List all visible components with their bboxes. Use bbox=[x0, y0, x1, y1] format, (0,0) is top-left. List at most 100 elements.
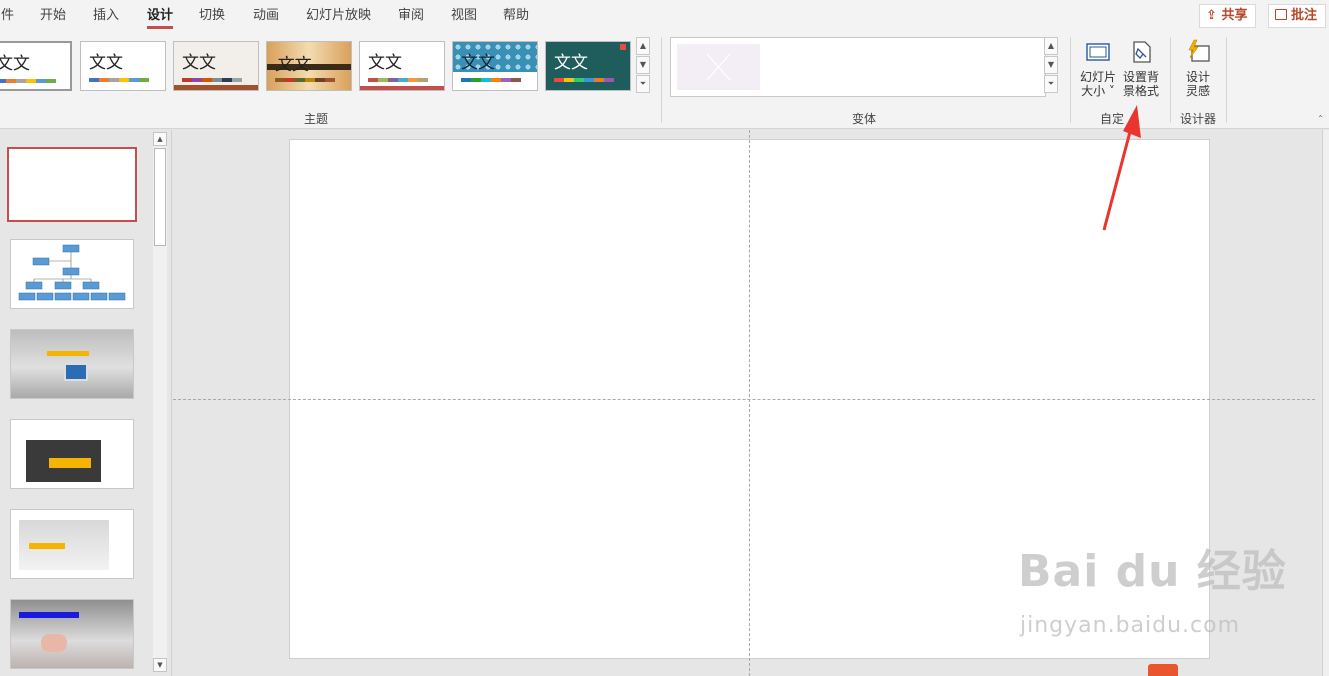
theme-swatches bbox=[275, 78, 335, 83]
theme-color-swatch bbox=[99, 78, 109, 82]
slide-thumb-6[interactable] bbox=[10, 599, 134, 669]
vertical-guide[interactable] bbox=[749, 130, 750, 676]
taskbar-app-icon bbox=[1148, 664, 1178, 676]
slide-picture bbox=[64, 363, 88, 381]
slide-title-bar bbox=[47, 351, 89, 356]
theme-color-swatch bbox=[398, 78, 408, 82]
tab-design[interactable]: 设计 bbox=[147, 0, 174, 31]
share-icon: ⇪ bbox=[1206, 8, 1217, 23]
theme-swatches bbox=[182, 78, 242, 83]
theme-color-swatch bbox=[232, 78, 242, 82]
theme-color-swatch bbox=[315, 78, 325, 82]
variants-gallery[interactable] bbox=[670, 37, 1046, 97]
group-separator bbox=[1226, 37, 1227, 123]
slide-thumb-3[interactable] bbox=[10, 329, 134, 399]
tab-insert[interactable]: 插入 bbox=[93, 0, 119, 31]
comment-button[interactable]: 批注 bbox=[1268, 4, 1327, 28]
scroll-down-icon[interactable]: ▼ bbox=[1044, 56, 1058, 74]
theme-5[interactable]: 文文 bbox=[359, 41, 445, 91]
theme-color-swatch bbox=[584, 78, 594, 82]
horizontal-guide[interactable] bbox=[173, 399, 1315, 400]
theme-color-swatch bbox=[305, 78, 315, 82]
format-background-button[interactable]: 设置背 景格式 bbox=[1120, 39, 1162, 98]
theme-6[interactable]: 文文 bbox=[452, 41, 538, 91]
theme-color-swatch bbox=[26, 79, 36, 83]
theme-color-swatch bbox=[461, 78, 471, 82]
scroll-down-icon[interactable]: ▼ bbox=[636, 56, 650, 74]
tab-file[interactable]: 件 bbox=[1, 0, 14, 31]
theme-color-swatch bbox=[594, 78, 604, 82]
tab-slideshow[interactable]: 幻灯片放映 bbox=[306, 0, 371, 31]
variant-placeholder[interactable] bbox=[677, 44, 760, 90]
theme-color-swatch bbox=[192, 78, 202, 82]
theme-color-swatch bbox=[36, 79, 46, 83]
design-ideas-label-1: 设计 bbox=[1185, 70, 1210, 84]
theme-swatches bbox=[89, 78, 149, 83]
tab-help[interactable]: 帮助 bbox=[503, 0, 529, 31]
tab-home[interactable]: 开始 bbox=[40, 0, 66, 31]
theme-title: 文文 bbox=[0, 54, 30, 74]
slide-title-bar bbox=[29, 543, 65, 549]
scroll-up-icon[interactable]: ▲ bbox=[153, 132, 167, 146]
theme-color-swatch bbox=[554, 78, 564, 82]
theme-color-swatch bbox=[491, 78, 501, 82]
slide-thumb-5[interactable] bbox=[10, 509, 134, 579]
ribbon-tabbar: 件 开始 插入 设计 切换 动画 幻灯片放映 审阅 视图 帮助 ⇪ 共享 批注 bbox=[0, 0, 1329, 31]
group-label-variants: 变体 bbox=[852, 112, 877, 126]
theme-color-swatch bbox=[285, 78, 295, 82]
theme-office[interactable]: 文文 bbox=[0, 41, 72, 91]
gallery-more-icon[interactable]: ⏷ bbox=[1044, 75, 1058, 93]
theme-color-swatch bbox=[202, 78, 212, 82]
scrollbar-thumb[interactable] bbox=[154, 148, 166, 246]
watermark-brand: Bai du 经验 bbox=[1018, 546, 1287, 597]
format-background-icon bbox=[1128, 39, 1154, 65]
theme-title: 文文 bbox=[182, 53, 216, 73]
theme-7[interactable]: 文文 bbox=[545, 41, 631, 91]
tab-transitions[interactable]: 切换 bbox=[199, 0, 225, 31]
theme-2[interactable]: 文文 bbox=[80, 41, 166, 91]
comment-label: 批注 bbox=[1291, 8, 1318, 23]
theme-color-swatch bbox=[408, 78, 418, 82]
theme-swatches bbox=[368, 78, 428, 83]
group-separator bbox=[1070, 37, 1071, 123]
share-button[interactable]: ⇪ 共享 bbox=[1199, 4, 1257, 28]
theme-4[interactable]: 文文 bbox=[266, 41, 352, 91]
tab-review[interactable]: 审阅 bbox=[398, 0, 424, 31]
theme-3[interactable]: 文文 bbox=[173, 41, 259, 91]
tab-view[interactable]: 视图 bbox=[451, 0, 477, 31]
slide-thumb-1[interactable] bbox=[7, 147, 137, 222]
slide-picture bbox=[41, 634, 67, 652]
design-ideas-icon bbox=[1185, 39, 1211, 65]
canvas-scrollbar[interactable] bbox=[1322, 130, 1329, 676]
theme-color-swatch bbox=[604, 78, 614, 82]
scroll-up-icon[interactable]: ▲ bbox=[1044, 37, 1058, 55]
theme-color-swatch bbox=[109, 78, 119, 82]
theme-color-swatch bbox=[89, 78, 99, 82]
slide-size-button[interactable]: 幻灯片 大小 ˅ bbox=[1077, 39, 1119, 98]
theme-color-swatch bbox=[471, 78, 481, 82]
baidu-watermark: Bai du 经验 jingyan.baidu.com bbox=[1018, 535, 1287, 638]
group-separator bbox=[661, 37, 662, 123]
theme-color-swatch bbox=[16, 79, 26, 83]
slide-thumb-4[interactable] bbox=[10, 419, 134, 489]
tab-animations[interactable]: 动画 bbox=[253, 0, 279, 31]
theme-color-swatch bbox=[212, 78, 222, 82]
theme-color-swatch bbox=[418, 78, 428, 82]
collapse-ribbon-icon[interactable]: ˆ bbox=[1318, 115, 1323, 126]
theme-color-swatch bbox=[501, 78, 511, 82]
thumbnail-scrollbar[interactable]: ▲ ▼ bbox=[153, 132, 167, 672]
themes-gallery-scroll[interactable]: ▲ ▼ ⏷ bbox=[636, 37, 650, 95]
group-separator bbox=[1170, 37, 1171, 123]
scroll-up-icon[interactable]: ▲ bbox=[636, 37, 650, 55]
design-ideas-button[interactable]: 设计 灵感 bbox=[1178, 39, 1218, 98]
group-label-customize: 自定 bbox=[1100, 112, 1125, 126]
theme-color-swatch bbox=[564, 78, 574, 82]
scroll-down-icon[interactable]: ▼ bbox=[153, 658, 167, 672]
gallery-more-icon[interactable]: ⏷ bbox=[636, 75, 650, 93]
variants-gallery-scroll[interactable]: ▲ ▼ ⏷ bbox=[1044, 37, 1058, 95]
slide-thumb-2[interactable] bbox=[10, 239, 134, 309]
theme-title: 文文 bbox=[89, 53, 123, 73]
group-label-themes: 主题 bbox=[304, 112, 329, 126]
format-background-label-1: 设置背 bbox=[1122, 70, 1159, 84]
theme-title: 文文 bbox=[554, 53, 588, 73]
